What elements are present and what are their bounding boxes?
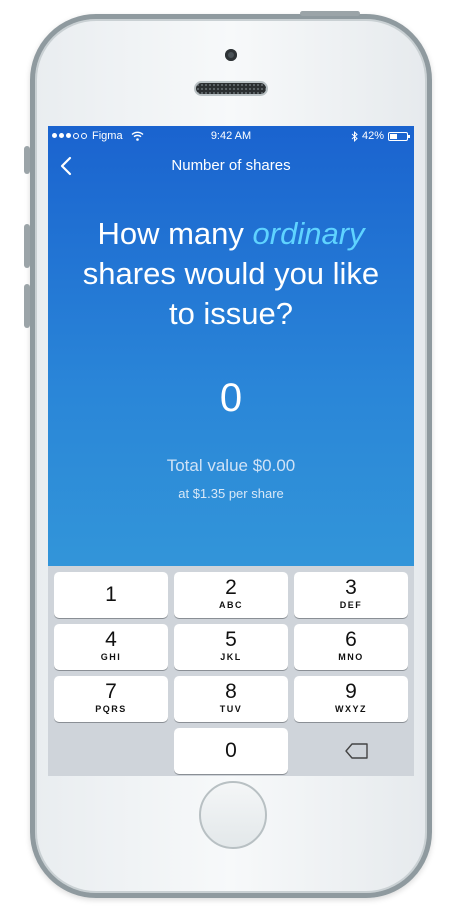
- key-0[interactable]: 0: [174, 728, 288, 774]
- key-number: 2: [225, 576, 237, 599]
- key-letters: WXYZ: [335, 704, 367, 714]
- key-4[interactable]: 4 GHI: [54, 624, 168, 670]
- key-number: 4: [105, 628, 117, 651]
- question-text-start: How many: [97, 216, 253, 251]
- earpiece-speaker: [194, 81, 268, 96]
- key-number: 9: [345, 680, 357, 703]
- key-number: 0: [225, 739, 237, 762]
- key-number: 7: [105, 680, 117, 703]
- key-3[interactable]: 3 DEF: [294, 572, 408, 618]
- bluetooth-icon: [351, 130, 358, 142]
- key-8[interactable]: 8 TUV: [174, 676, 288, 722]
- status-right: 42%: [351, 130, 410, 142]
- backspace-icon: [345, 743, 368, 759]
- key-letters: GHI: [100, 652, 122, 662]
- status-bar: Figma 9:42 AM 42%: [48, 126, 414, 146]
- power-button: [300, 11, 360, 16]
- volume-down-button: [24, 284, 30, 328]
- key-5[interactable]: 5 JKL: [174, 624, 288, 670]
- question-highlight: ordinary: [252, 216, 365, 251]
- hero-panel: Figma 9:42 AM 42% Number of shares How m…: [48, 126, 414, 566]
- question-heading: How many ordinary shares would you like …: [48, 214, 414, 334]
- key-9[interactable]: 9 WXYZ: [294, 676, 408, 722]
- key-letters: MNO: [338, 652, 364, 662]
- battery-percent: 42%: [361, 130, 384, 142]
- key-1[interactable]: 1: [54, 572, 168, 618]
- front-camera: [225, 49, 237, 61]
- mute-switch: [24, 146, 30, 174]
- key-letters: ABC: [219, 600, 243, 610]
- total-value: Total value $0.00: [166, 456, 296, 475]
- key-letters: PQRS: [95, 704, 127, 714]
- price-per-share: at $1.35 per share: [178, 486, 284, 501]
- key-letters: TUV: [219, 704, 243, 714]
- share-amount: 0: [219, 376, 243, 420]
- key-7[interactable]: 7 PQRS: [54, 676, 168, 722]
- volume-up-button: [24, 224, 30, 268]
- key-number: 5: [225, 628, 237, 651]
- numeric-keypad: 1 2 ABC 3 DEF 4 GHI 5 JKL 6 MNO 7 PQRS 8…: [48, 566, 414, 776]
- battery-icon: [388, 131, 410, 141]
- key-number: 8: [225, 680, 237, 703]
- key-number: 6: [345, 628, 357, 651]
- key-2[interactable]: 2 ABC: [174, 572, 288, 618]
- key-letters: JKL: [220, 652, 242, 662]
- key-number: 3: [345, 576, 357, 599]
- delete-button[interactable]: [300, 728, 414, 774]
- nav-bar: Number of shares: [48, 150, 414, 180]
- key-letters: DEF: [339, 600, 363, 610]
- key-6[interactable]: 6 MNO: [294, 624, 408, 670]
- screen: Figma 9:42 AM 42% Number of shares How m…: [48, 126, 414, 776]
- page-title: Number of shares: [171, 157, 291, 174]
- key-number: 1: [105, 583, 117, 606]
- home-button[interactable]: [199, 781, 267, 849]
- question-text-end: shares would you like to issue?: [82, 256, 380, 331]
